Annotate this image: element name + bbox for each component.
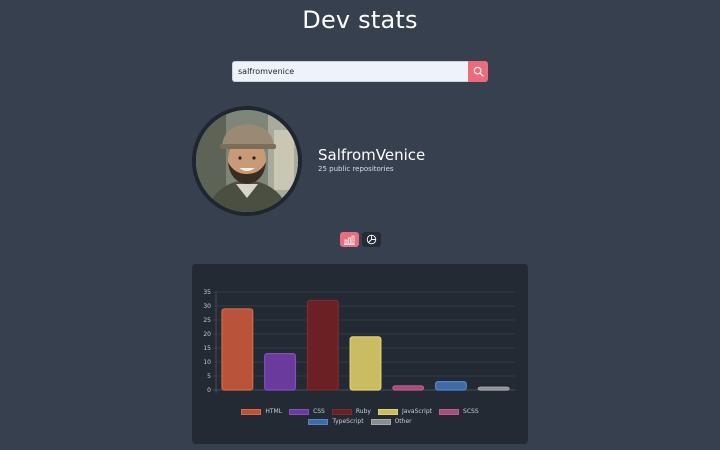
repos-count: 25 public repositories [318, 165, 394, 173]
legend-item-css[interactable]: CSS [289, 408, 325, 415]
y-tick-label: 35 [203, 289, 211, 296]
legend-swatch [370, 418, 391, 425]
legend-swatch [331, 408, 352, 415]
y-tick-label: 20 [203, 331, 211, 338]
legend-item-javascript[interactable]: JavaScript [377, 408, 433, 415]
bar-html [221, 308, 254, 391]
bar-typescript [434, 380, 467, 391]
bar-chart-toggle[interactable] [340, 232, 359, 247]
legend-label: Ruby [355, 408, 371, 415]
y-tick-label: 25 [203, 317, 211, 324]
legend-swatch [439, 408, 460, 415]
legend-item-other[interactable]: Other [370, 418, 412, 425]
legend-item-typescript[interactable]: TypeScript [308, 418, 364, 425]
chart-legend: HTML CSS Ruby JavaScript SCSS TypeScript Other [192, 408, 528, 425]
y-tick-label: 10 [203, 359, 211, 366]
bar-css [264, 352, 297, 391]
bar-other [477, 386, 510, 391]
legend-label: JavaScript [401, 408, 433, 415]
bar-scss [392, 385, 425, 391]
legend-label: SCSS [463, 408, 479, 415]
legend-item-ruby[interactable]: Ruby [331, 408, 371, 415]
legend-label: TypeScript [332, 418, 364, 425]
avatar-photo [196, 110, 298, 212]
legend-label: HTML [265, 408, 283, 415]
search-input[interactable] [232, 61, 468, 82]
avatar [192, 106, 302, 216]
page-title: Dev stats [302, 6, 418, 34]
y-tick-label: 0 [207, 387, 211, 394]
pie-chart-toggle[interactable] [362, 232, 381, 247]
language-chart-card: 0 5 10 15 20 25 30 35 HTML CSS Ruby JavaScript SCSS… [192, 264, 528, 444]
profile-name: SalfromVenice [318, 146, 426, 164]
bar-ruby [306, 299, 339, 391]
bar-chart-icon [344, 235, 355, 245]
legend-item-scss[interactable]: SCSS [439, 408, 479, 415]
search-bar [232, 61, 488, 82]
search-icon [473, 66, 483, 77]
legend-label: Other [394, 418, 412, 425]
legend-item-html[interactable]: HTML [241, 408, 282, 415]
legend-label: CSS [313, 408, 325, 415]
legend-swatch [377, 408, 398, 415]
search-button[interactable] [468, 61, 488, 82]
y-tick-label: 30 [203, 303, 211, 310]
chart-view-toggle [340, 232, 381, 247]
y-tick-label: 5 [207, 373, 211, 380]
legend-swatch [241, 408, 262, 415]
legend-swatch [289, 408, 310, 415]
legend-swatch [308, 418, 329, 425]
bar-javascript [349, 336, 382, 391]
pie-chart-icon [366, 234, 377, 245]
y-tick-label: 15 [203, 345, 211, 352]
